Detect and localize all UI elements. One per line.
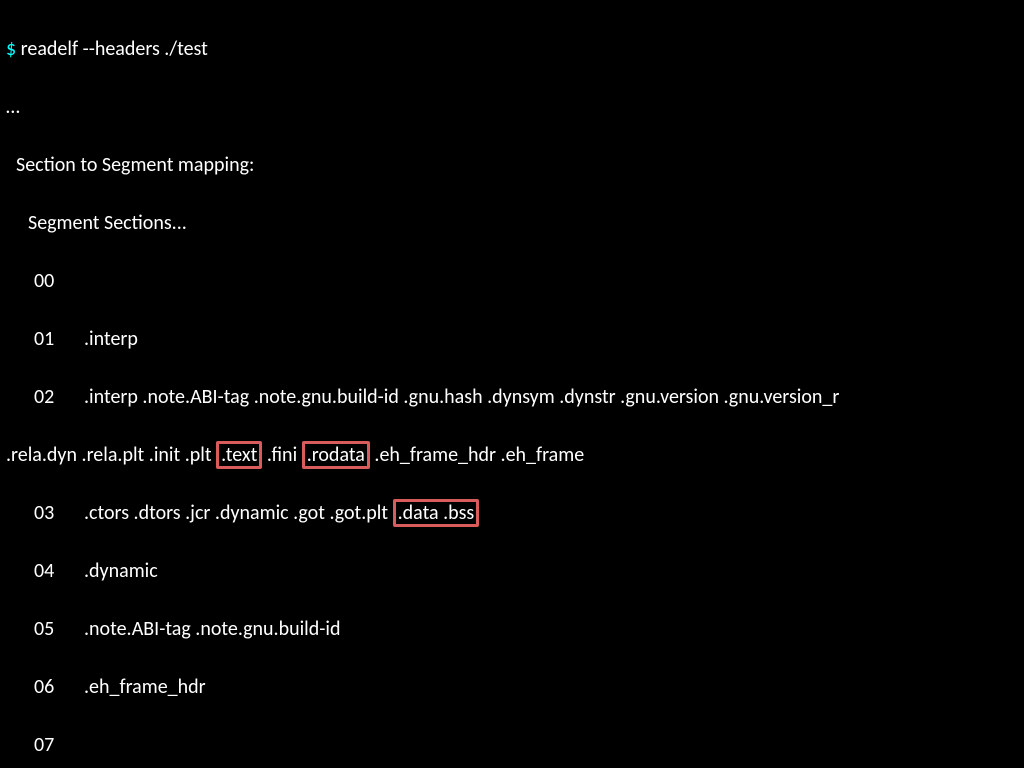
command-line: readelf --headers ./test <box>21 37 208 61</box>
shell-prompt: $ <box>6 37 16 61</box>
segment-row: 05.note.ABI-tag .note.gnu.build-id <box>6 615 1018 644</box>
segment-row: 04.dynamic <box>6 557 1018 586</box>
terminal-output: $ readelf --headers ./test … Section to … <box>0 0 1024 768</box>
segment-row: 02.interp .note.ABI-tag .note.gnu.build-… <box>6 383 1018 412</box>
highlight-data-bss-section: .data .bss <box>393 499 480 527</box>
highlight-text-section: .text <box>216 441 262 469</box>
ellipsis: … <box>6 93 1018 122</box>
segment-row: 06.eh_frame_hdr <box>6 673 1018 702</box>
mapping-title: Section to Segment mapping: <box>6 151 1018 180</box>
segment-row: 07 <box>6 731 1018 760</box>
segment-row: 01.interp <box>6 325 1018 354</box>
segment-sections-header: Segment Sections... <box>6 209 1018 238</box>
segment-row: 00 <box>6 267 1018 296</box>
segment-row: 03.ctors .dtors .jcr .dynamic .got .got.… <box>6 499 1018 528</box>
segment-row-wrap: .rela.dyn .rela.plt .init .plt .text .fi… <box>6 441 1018 470</box>
highlight-rodata-section: .rodata <box>302 441 370 469</box>
